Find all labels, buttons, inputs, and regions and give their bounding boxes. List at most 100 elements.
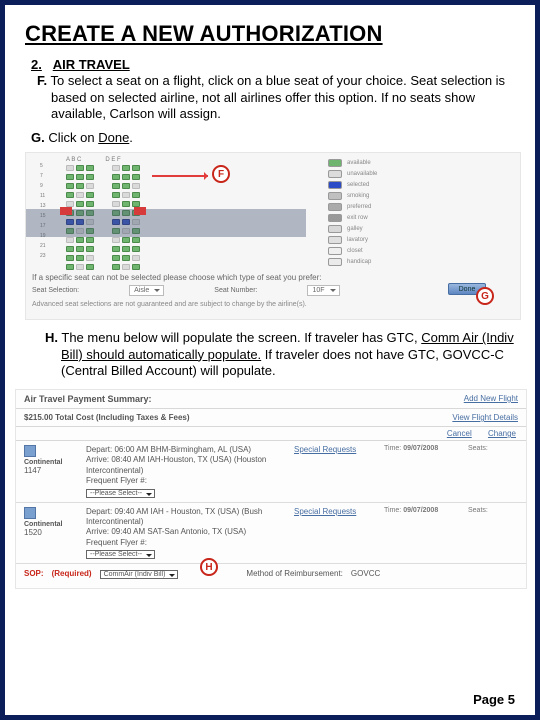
seat-cell[interactable]	[66, 237, 74, 243]
special-requests-link[interactable]: Special Requests	[294, 507, 356, 516]
seat-cell[interactable]	[132, 192, 140, 198]
legend-row: preferred	[328, 203, 448, 211]
ff-select[interactable]: --Please Select--	[86, 550, 155, 559]
seat-cell[interactable]	[66, 255, 74, 261]
seat-cell[interactable]	[86, 255, 94, 261]
legend-row: available	[328, 159, 448, 167]
legend-label: closet	[347, 248, 363, 254]
seat-cell[interactable]	[132, 264, 140, 270]
seat-cell[interactable]	[112, 183, 120, 189]
airline-name: Continental	[24, 459, 82, 466]
flight-card: Continental1520Depart: 09:40 AM IAH - Ho…	[16, 503, 526, 565]
seat-cell[interactable]	[86, 264, 94, 270]
seat-cell[interactable]	[76, 237, 84, 243]
seat-cell[interactable]	[76, 255, 84, 261]
seat-cell[interactable]	[76, 246, 84, 252]
seat-cell[interactable]	[86, 183, 94, 189]
method-label: Method of Reimbursement:	[246, 569, 343, 578]
legend-swatch	[328, 225, 342, 233]
legend-label: preferred	[347, 204, 371, 210]
cancel-link[interactable]: Cancel	[447, 429, 472, 438]
seat-cell[interactable]	[66, 264, 74, 270]
legend-swatch	[328, 192, 342, 200]
seat-number-dropdown[interactable]: 10F	[307, 285, 339, 296]
seat-selection-dropdown[interactable]: Aisle	[129, 285, 164, 296]
seat-cell[interactable]	[86, 192, 94, 198]
total-cost: $215.00 Total Cost (Including Taxes & Fe…	[24, 413, 190, 422]
item-f-letter: F.	[37, 73, 47, 88]
seat-cell[interactable]	[112, 255, 120, 261]
legend-row: selected	[328, 181, 448, 189]
change-link[interactable]: Change	[488, 429, 516, 438]
seats-label: Seats:	[468, 507, 518, 514]
seat-cell[interactable]	[112, 192, 120, 198]
seat-cell[interactable]	[66, 183, 74, 189]
item-h-before: The menu below will populate the screen.…	[61, 330, 421, 345]
seat-cell[interactable]	[132, 183, 140, 189]
seat-cell[interactable]	[86, 165, 94, 171]
seat-cell[interactable]	[122, 165, 130, 171]
legend-row: smoking	[328, 192, 448, 200]
airline-logo-icon	[24, 507, 36, 519]
seat-cell[interactable]	[132, 255, 140, 261]
seat-cell[interactable]	[86, 246, 94, 252]
seat-cell[interactable]	[66, 192, 74, 198]
legend-row: handicap	[328, 258, 448, 266]
seat-cell[interactable]	[122, 264, 130, 270]
seat-cell[interactable]	[76, 183, 84, 189]
legend-row: galley	[328, 225, 448, 233]
seat-cell[interactable]	[132, 174, 140, 180]
seat-cell[interactable]	[112, 165, 120, 171]
seat-cell[interactable]	[132, 165, 140, 171]
seat-cell[interactable]	[66, 174, 74, 180]
seat-cell[interactable]	[122, 183, 130, 189]
seat-cell[interactable]	[122, 174, 130, 180]
seat-selection-label: Seat Selection:	[32, 287, 79, 294]
add-new-flight-link[interactable]: Add New Flight	[464, 394, 518, 404]
seat-cell[interactable]	[132, 237, 140, 243]
seat-cell[interactable]	[112, 264, 120, 270]
seat-cell[interactable]	[122, 246, 130, 252]
seat-legend: availableunavailableselectedsmokingprefe…	[328, 159, 448, 266]
legend-label: lavatory	[347, 237, 368, 243]
seat-cell[interactable]	[122, 192, 130, 198]
legend-row: exit row	[328, 214, 448, 222]
seat-cell[interactable]	[76, 165, 84, 171]
view-flight-details-link[interactable]: View Flight Details	[452, 413, 518, 422]
seats-label: Seats:	[468, 445, 518, 452]
seat-cell[interactable]	[112, 237, 120, 243]
section-label: AIR TRAVEL	[53, 57, 130, 72]
seat-cell[interactable]	[76, 174, 84, 180]
seat-cell[interactable]	[122, 255, 130, 261]
legend-swatch	[328, 159, 342, 167]
legend-label: smoking	[347, 193, 369, 199]
seat-cell[interactable]	[66, 246, 74, 252]
seat-advance-note: Advanced seat selections are not guarant…	[32, 301, 512, 308]
special-requests-link[interactable]: Special Requests	[294, 445, 356, 454]
seat-cell[interactable]	[112, 174, 120, 180]
item-g: G. Click on Done.	[31, 130, 517, 146]
legend-row: lavatory	[328, 236, 448, 244]
payment-header: Air Travel Payment Summary:	[24, 394, 152, 404]
page-title: CREATE A NEW AUTHORIZATION	[25, 21, 517, 47]
exit-row-mark	[26, 207, 316, 215]
ff-select[interactable]: --Please Select--	[86, 489, 155, 498]
seat-prompt: If a specific seat can not be selected p…	[32, 273, 512, 282]
legend-swatch	[328, 236, 342, 244]
legend-label: selected	[347, 182, 369, 188]
ff-label: Frequent Flyer #:	[86, 538, 290, 548]
seat-cell[interactable]	[86, 174, 94, 180]
seat-cell[interactable]	[112, 246, 120, 252]
legend-label: available	[347, 160, 371, 166]
sop-dropdown[interactable]: CommAir (Indiv Bill)	[100, 570, 179, 579]
seat-cell[interactable]	[76, 192, 84, 198]
method-value: GOVCC	[351, 569, 380, 578]
seat-cell[interactable]	[76, 264, 84, 270]
seat-cell[interactable]	[122, 237, 130, 243]
legend-label: exit row	[347, 215, 368, 221]
seat-cell[interactable]	[86, 237, 94, 243]
section-number: 2.	[31, 57, 42, 72]
seat-cell[interactable]	[132, 246, 140, 252]
legend-swatch	[328, 203, 342, 211]
seat-cell[interactable]	[66, 165, 74, 171]
